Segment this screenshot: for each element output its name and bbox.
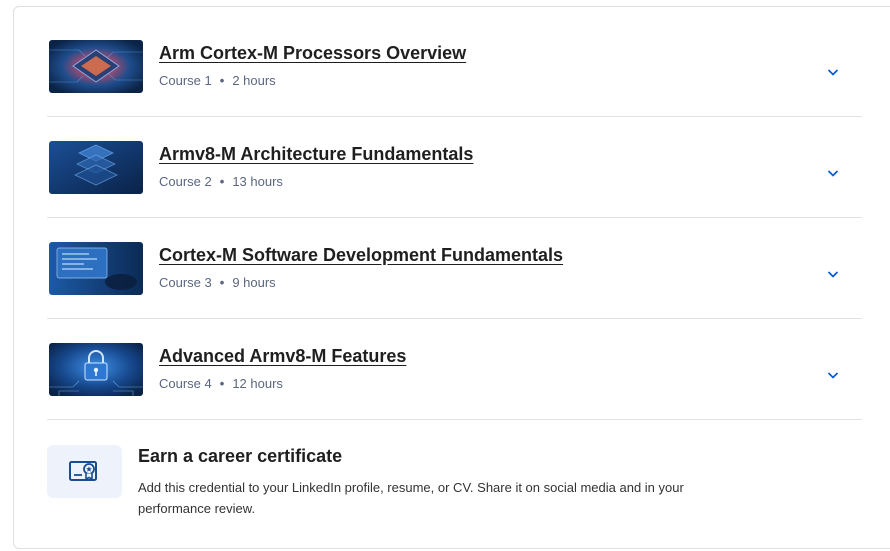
course-title[interactable]: Cortex-M Software Development Fundamenta… — [159, 245, 563, 266]
chevron-down-icon[interactable] — [825, 367, 841, 383]
certificate-icon — [69, 461, 97, 481]
meta-separator: • — [219, 73, 225, 88]
course-3-thumbnail — [49, 242, 143, 295]
meta-separator: • — [219, 275, 225, 290]
chevron-down-icon[interactable] — [825, 165, 841, 181]
meta-separator: • — [219, 376, 225, 391]
course-title[interactable]: Advanced Armv8-M Features — [159, 346, 406, 367]
course-meta: Course 3 • 9 hours — [159, 275, 276, 290]
course-duration: 2 hours — [232, 73, 276, 88]
course-meta: Course 4 • 12 hours — [159, 376, 283, 391]
course-item-4[interactable]: Advanced Armv8-M Features Course 4 • 12 ho… — [47, 309, 862, 409]
certificate-description: Add this credential to your LinkedIn pro… — [138, 480, 684, 516]
course-number: Course 4 — [159, 376, 212, 391]
course-duration: 9 hours — [232, 275, 276, 290]
certificate-icon-box — [47, 445, 122, 498]
course-title[interactable]: Armv8-M Architecture Fundamentals — [159, 144, 473, 165]
course-meta: Course 2 • 13 hours — [159, 174, 283, 189]
chevron-down-icon[interactable] — [825, 266, 841, 282]
course-number: Course 1 — [159, 73, 212, 88]
course-item-2[interactable]: Armv8-M Architecture Fundamentals Course… — [47, 107, 862, 207]
course-duration: 12 hours — [232, 376, 283, 391]
chevron-down-icon[interactable] — [825, 64, 841, 80]
course-duration: 13 hours — [232, 174, 283, 189]
course-number: Course 2 — [159, 174, 212, 189]
certificate-title: Earn a career certificate — [138, 446, 343, 466]
course-meta: Course 1 • 2 hours — [159, 73, 276, 88]
meta-separator: • — [219, 174, 225, 189]
course-item-3[interactable]: Cortex-M Software Development Fundamenta… — [47, 208, 862, 308]
course-4-thumbnail — [49, 343, 143, 396]
course-1-thumbnail — [49, 40, 143, 93]
divider — [47, 419, 862, 420]
course-2-thumbnail — [49, 141, 143, 194]
course-title[interactable]: Arm Cortex-M Processors Overview — [159, 43, 466, 64]
course-number: Course 3 — [159, 275, 212, 290]
course-item-1[interactable]: Arm Cortex-M Processors Overview Course … — [47, 6, 862, 106]
